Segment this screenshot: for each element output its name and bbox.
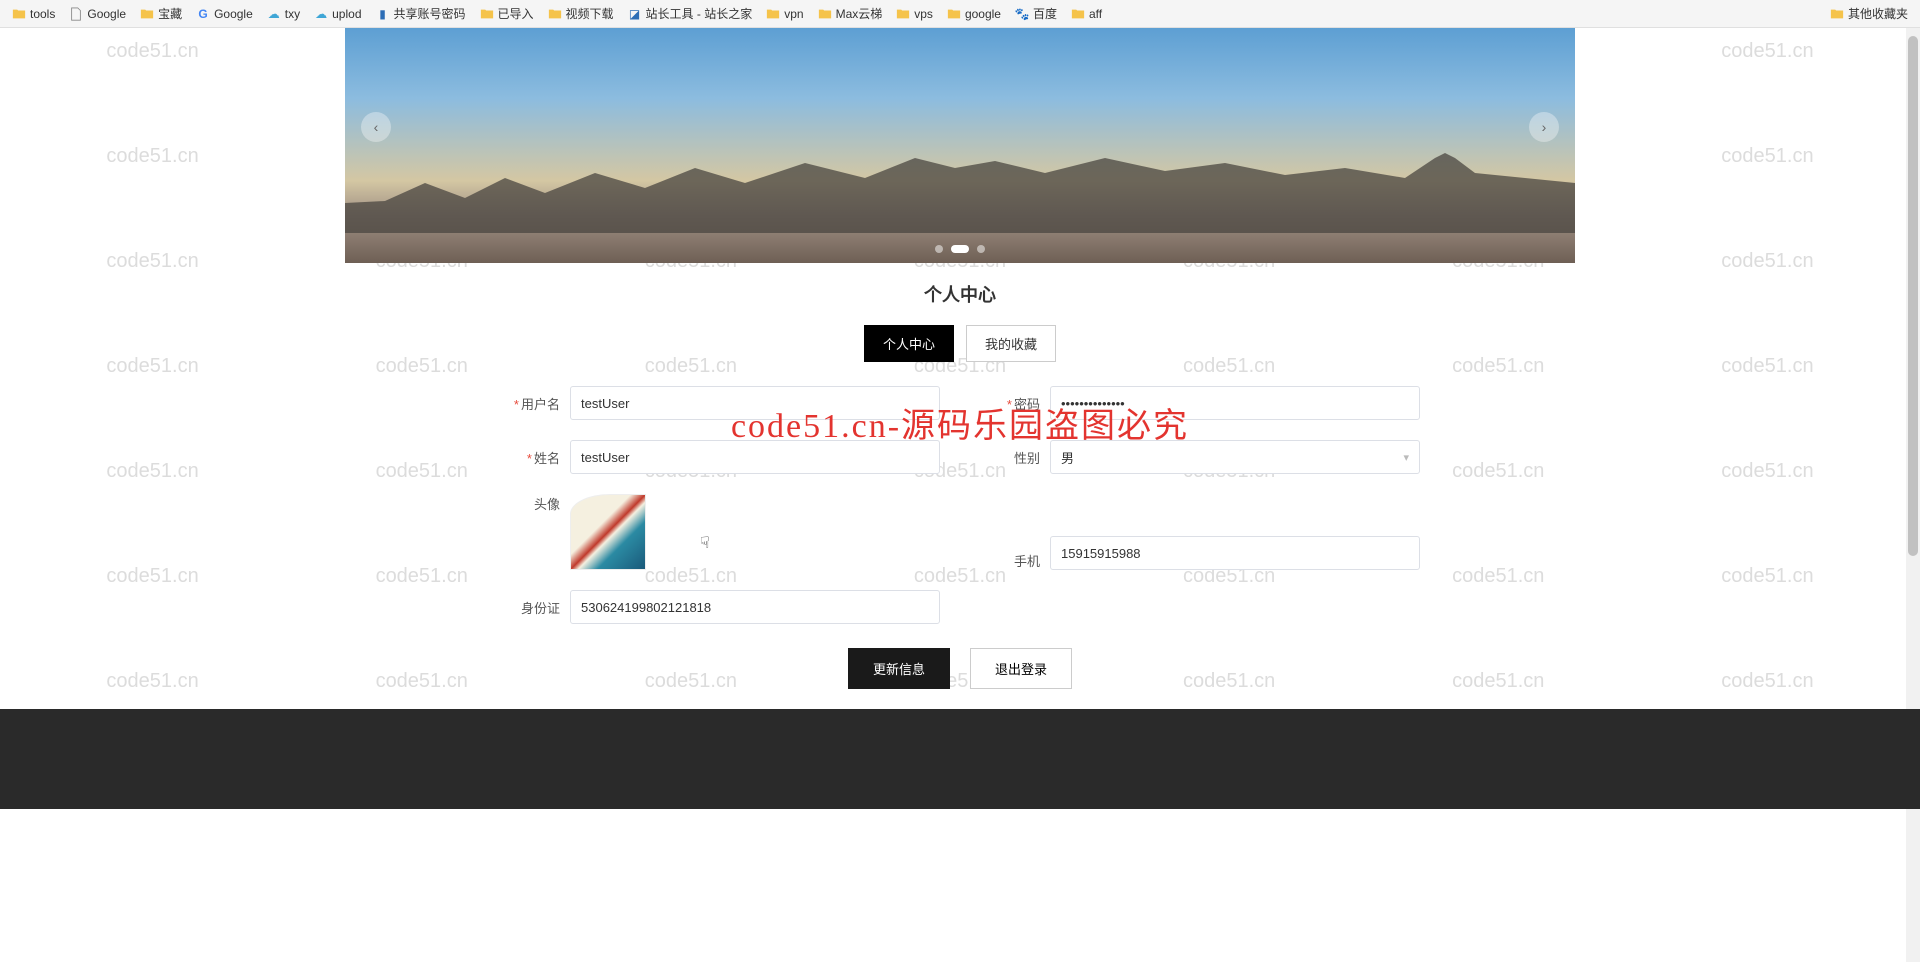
app-icon: ◪: [628, 7, 642, 21]
phone-input[interactable]: [1050, 536, 1420, 570]
app-icon: ▮: [376, 7, 390, 21]
banner-carousel: ‹ ›: [345, 28, 1575, 263]
realname-label: *姓名: [500, 448, 570, 467]
bookmark-aff[interactable]: aff: [1065, 5, 1108, 23]
folder-icon: [896, 7, 910, 21]
chevron-down-icon: ▾: [1403, 451, 1409, 464]
folder-icon: [1071, 7, 1085, 21]
folder-icon: [818, 7, 832, 21]
folder-icon: [480, 7, 494, 21]
avatar-label: 头像: [500, 494, 570, 513]
bookmark-baozang[interactable]: 宝藏: [134, 3, 188, 24]
cloud-icon: ☁: [267, 7, 281, 21]
password-input[interactable]: [1050, 386, 1420, 420]
idcard-input[interactable]: [570, 590, 940, 624]
gender-select[interactable]: 男 ▾: [1050, 440, 1420, 474]
profile-form: *用户名 *密码 *姓名 性别 男: [500, 386, 1420, 689]
bookmark-baidu[interactable]: 🐾百度: [1009, 3, 1063, 24]
bookmark-zhanzhang[interactable]: ◪站长工具 - 站长之家: [622, 3, 759, 24]
folder-icon: [140, 7, 154, 21]
page-icon: [69, 7, 83, 21]
gender-label: 性别: [980, 448, 1050, 467]
folder-icon: [766, 7, 780, 21]
folder-icon: [548, 7, 562, 21]
bookmark-google-page[interactable]: Google: [63, 5, 132, 23]
skyline-graphic: [345, 153, 1575, 233]
bookmark-vps[interactable]: vps: [890, 5, 939, 23]
carousel-next-button[interactable]: ›: [1529, 112, 1559, 142]
carousel-dot-active[interactable]: [951, 245, 969, 253]
password-label: *密码: [980, 394, 1050, 413]
username-label: *用户名: [500, 394, 570, 413]
baidu-icon: 🐾: [1015, 7, 1029, 21]
folder-icon: [12, 7, 26, 21]
bookmark-tools[interactable]: tools: [6, 5, 61, 23]
bookmark-google-g[interactable]: GGoogle: [190, 5, 259, 23]
idcard-label: 身份证: [500, 598, 570, 617]
realname-input[interactable]: [570, 440, 940, 474]
bookmark-shared-accounts[interactable]: ▮共享账号密码: [370, 3, 472, 24]
bookmark-other[interactable]: 其他收藏夹: [1824, 3, 1914, 24]
avatar-upload[interactable]: [570, 494, 646, 570]
bookmark-google-folder[interactable]: google: [941, 5, 1007, 23]
phone-label: 手机: [980, 551, 1050, 570]
tabs: 个人中心 我的收藏: [0, 325, 1920, 362]
bookmark-uplod[interactable]: ☁uplod: [308, 5, 367, 23]
page-title: 个人中心: [0, 281, 1920, 307]
username-input[interactable]: [570, 386, 940, 420]
update-button[interactable]: 更新信息: [848, 648, 950, 689]
logout-button[interactable]: 退出登录: [970, 648, 1072, 689]
bookmark-max[interactable]: Max云梯: [812, 3, 889, 24]
carousel-prev-button[interactable]: ‹: [361, 112, 391, 142]
bookmarks-bar: tools Google 宝藏 GGoogle ☁txy ☁uplod ▮共享账…: [0, 0, 1920, 28]
carousel-dot[interactable]: [935, 245, 943, 253]
bookmark-txy[interactable]: ☁txy: [261, 5, 306, 23]
bookmark-video-download[interactable]: 视频下载: [542, 3, 620, 24]
bookmark-imported[interactable]: 已导入: [474, 3, 540, 24]
tab-favorites[interactable]: 我的收藏: [966, 325, 1056, 362]
google-icon: G: [196, 7, 210, 21]
folder-icon: [947, 7, 961, 21]
page-footer: [0, 709, 1920, 809]
carousel-dot[interactable]: [977, 245, 985, 253]
cloud-icon: ☁: [314, 7, 328, 21]
carousel-dots: [935, 245, 985, 253]
folder-icon: [1830, 7, 1844, 21]
tab-profile[interactable]: 个人中心: [864, 325, 954, 362]
bookmark-vpn[interactable]: vpn: [760, 5, 809, 23]
